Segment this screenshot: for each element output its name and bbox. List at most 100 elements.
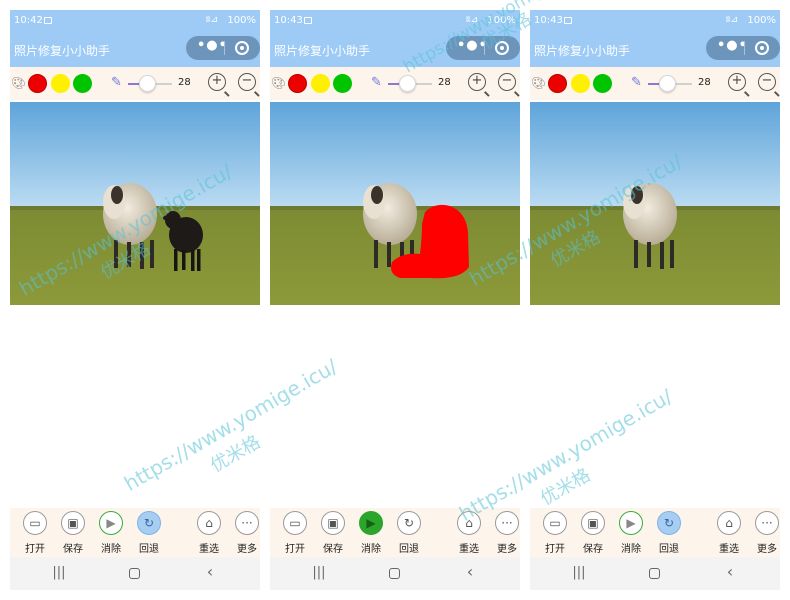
palette-icon[interactable]: 🎨︎ — [11, 76, 26, 90]
open-folder-icon[interactable]: ▭ — [23, 511, 47, 535]
brush-toolbar: 🎨︎ ✎ 28 + − — [10, 67, 260, 100]
target-icon[interactable] — [235, 41, 249, 55]
title-bar: 照片修复小小助手 •●• — [10, 34, 260, 67]
capsule-menu: •●• — [186, 36, 260, 60]
erase-play-icon[interactable]: ▶ — [359, 511, 383, 535]
color-swatch-green[interactable] — [593, 74, 612, 93]
open-label[interactable]: 打开 — [275, 540, 315, 555]
image-notification-icon — [564, 17, 572, 24]
android-nav-bar: ||| ‹ — [270, 557, 520, 590]
color-swatch-red[interactable] — [28, 74, 47, 93]
more-icon[interactable]: ··· — [235, 511, 259, 535]
reselect-label[interactable]: 重选 — [189, 540, 229, 555]
phone-screen-1: 10:42 ʬ⊿ 100% 照片修复小小助手 •●• 🎨︎ ✎ 28 + − ▭… — [10, 10, 260, 590]
pen-icon: ✎ — [371, 75, 382, 90]
undo-label[interactable]: 回退 — [129, 540, 169, 555]
zoom-in-icon[interactable]: + — [468, 73, 486, 91]
back-icon[interactable]: ‹ — [715, 562, 745, 581]
palette-icon[interactable]: 🎨︎ — [271, 76, 286, 90]
battery-level: 100% — [227, 15, 256, 26]
image-notification-icon — [44, 17, 52, 24]
battery-level: 100% — [747, 15, 776, 26]
undo-icon[interactable]: ↻ — [397, 511, 421, 535]
brush-toolbar: 🎨︎ ✎ 28 + − — [530, 67, 780, 100]
status-time: 10:43 — [534, 15, 563, 26]
image-notification-icon — [304, 17, 312, 24]
home-icon[interactable] — [389, 568, 400, 579]
save-label[interactable]: 保存 — [313, 540, 353, 555]
undo-label[interactable]: 回退 — [649, 540, 689, 555]
phone-screen-3: 10:43 ʬ⊿ 100% 照片修复小小助手 •●• 🎨︎ ✎ 28 + − ▭… — [530, 10, 780, 590]
erase-label[interactable]: 消除 — [611, 540, 651, 555]
color-swatch-red[interactable] — [288, 74, 307, 93]
status-bar: 10:43 ʬ⊿ 100% — [530, 10, 780, 34]
capsule-divider — [224, 41, 225, 55]
pen-icon: ✎ — [631, 75, 642, 90]
open-folder-icon[interactable]: ▭ — [543, 511, 567, 535]
zoom-in-icon[interactable]: + — [208, 73, 226, 91]
undo-label[interactable]: 回退 — [389, 540, 429, 555]
back-icon[interactable]: ‹ — [455, 562, 485, 581]
reselect-brush-icon[interactable]: ⌂ — [717, 511, 741, 535]
save-label[interactable]: 保存 — [573, 540, 613, 555]
undo-icon[interactable]: ↻ — [657, 511, 681, 535]
brush-size-value: 28 — [438, 77, 451, 88]
color-swatch-yellow[interactable] — [311, 74, 330, 93]
home-icon[interactable] — [649, 568, 660, 579]
color-swatch-green[interactable] — [333, 74, 352, 93]
status-bar: 10:42 ʬ⊿ 100% — [10, 10, 260, 34]
recent-apps-icon[interactable]: ||| — [304, 565, 334, 580]
target-icon[interactable] — [755, 41, 769, 55]
brush-size-value: 28 — [178, 77, 191, 88]
more-label[interactable]: 更多 — [487, 540, 520, 555]
zoom-out-icon[interactable]: − — [238, 73, 256, 91]
save-label[interactable]: 保存 — [53, 540, 93, 555]
zoom-out-icon[interactable]: − — [758, 73, 776, 91]
signal-icon: ʬ⊿ — [725, 15, 738, 25]
android-nav-bar: ||| ‹ — [530, 557, 780, 590]
slider-thumb[interactable] — [139, 75, 156, 92]
brush-toolbar: 🎨︎ ✎ 28 + − — [270, 67, 520, 100]
erase-label[interactable]: 消除 — [351, 540, 391, 555]
save-icon[interactable]: ▣ — [321, 511, 345, 535]
photo-canvas[interactable] — [530, 102, 780, 305]
palette-icon[interactable]: 🎨︎ — [531, 76, 546, 90]
home-icon[interactable] — [129, 568, 140, 579]
reselect-label[interactable]: 重选 — [709, 540, 749, 555]
open-folder-icon[interactable]: ▭ — [283, 511, 307, 535]
zoom-out-icon[interactable]: − — [498, 73, 516, 91]
slider-thumb[interactable] — [399, 75, 416, 92]
app-title: 照片修复小小助手 — [534, 44, 631, 58]
status-time: 10:42 — [14, 15, 43, 26]
open-label[interactable]: 打开 — [15, 540, 55, 555]
app-title: 照片修复小小助手 — [274, 44, 371, 58]
color-swatch-yellow[interactable] — [571, 74, 590, 93]
recent-apps-icon[interactable]: ||| — [564, 565, 594, 580]
signal-icon: ʬ⊿ — [205, 15, 218, 25]
recent-apps-icon[interactable]: ||| — [44, 565, 74, 580]
color-swatch-green[interactable] — [73, 74, 92, 93]
more-label[interactable]: 更多 — [747, 540, 780, 555]
pen-icon: ✎ — [111, 75, 122, 90]
android-nav-bar: ||| ‹ — [10, 557, 260, 590]
reselect-label[interactable]: 重选 — [449, 540, 489, 555]
save-icon[interactable]: ▣ — [61, 511, 85, 535]
save-icon[interactable]: ▣ — [581, 511, 605, 535]
bottom-action-bar: ▭ 打开 ▣ 保存 ▶ 消除 ↻ 回退 ⌂ 重选 ··· 更多 — [10, 508, 260, 557]
color-swatch-yellow[interactable] — [51, 74, 70, 93]
more-label[interactable]: 更多 — [227, 540, 260, 555]
back-icon[interactable]: ‹ — [195, 562, 225, 581]
color-swatch-red[interactable] — [548, 74, 567, 93]
slider-thumb[interactable] — [659, 75, 676, 92]
more-icon[interactable]: ··· — [495, 511, 519, 535]
zoom-in-icon[interactable]: + — [728, 73, 746, 91]
erase-play-icon[interactable]: ▶ — [99, 511, 123, 535]
undo-icon[interactable]: ↻ — [137, 511, 161, 535]
title-bar: 照片修复小小助手 •●• — [530, 34, 780, 67]
erase-label[interactable]: 消除 — [91, 540, 131, 555]
open-label[interactable]: 打开 — [535, 540, 575, 555]
more-icon[interactable]: ··· — [755, 511, 779, 535]
erase-play-icon[interactable]: ▶ — [619, 511, 643, 535]
capsule-divider — [744, 41, 745, 55]
reselect-brush-icon[interactable]: ⌂ — [197, 511, 221, 535]
